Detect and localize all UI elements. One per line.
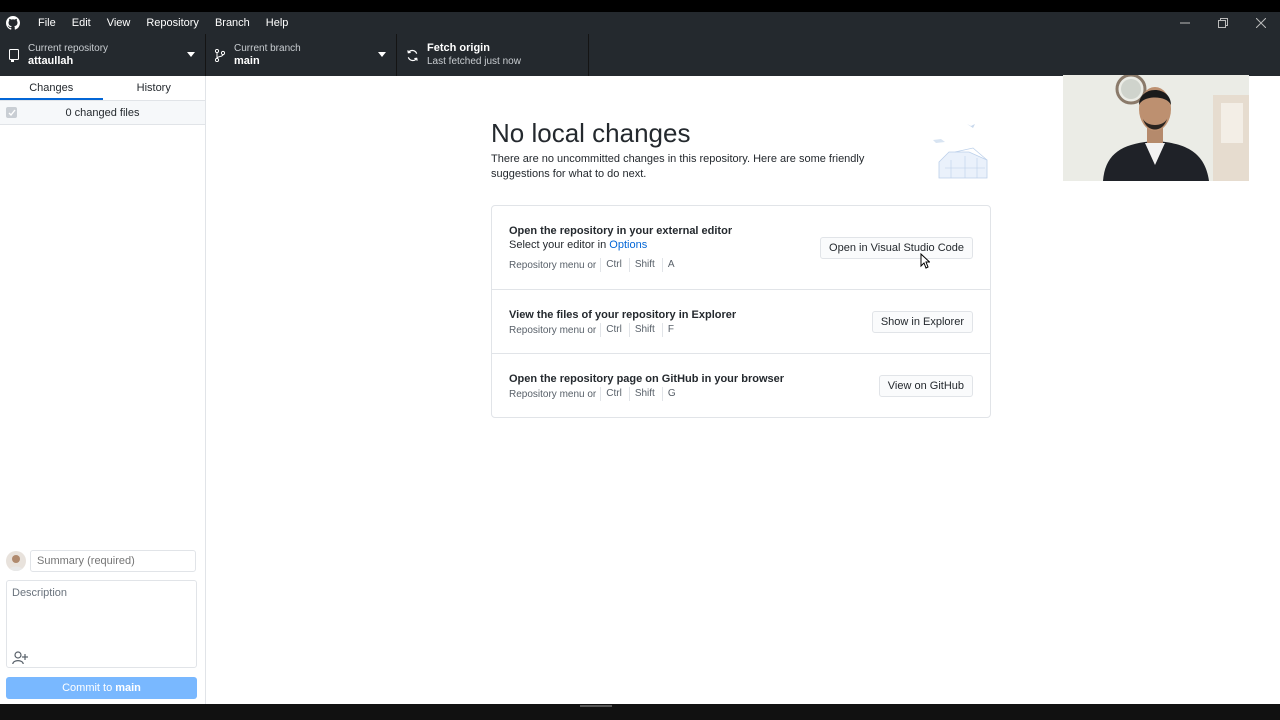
shortcut-key: A: [661, 258, 680, 272]
add-coauthor-icon[interactable]: [12, 651, 28, 665]
restore-icon[interactable]: [1204, 12, 1242, 34]
menu-help[interactable]: Help: [258, 12, 297, 34]
suggestion-view-github: Open the repository page on GitHub in yo…: [492, 354, 990, 417]
description-field[interactable]: Description: [6, 580, 197, 668]
current-branch-label: Current branch: [234, 43, 301, 54]
current-repository-button[interactable]: Current repository attaullah: [0, 34, 206, 76]
suggestion-show-explorer: View the files of your repository in Exp…: [492, 290, 990, 354]
changed-files-header: 0 changed files: [0, 101, 205, 125]
shortcut-key: Shift: [628, 258, 660, 272]
shortcut-key: Shift: [628, 323, 660, 337]
sidebar-tabs: Changes History: [0, 76, 205, 101]
close-icon[interactable]: [1242, 12, 1280, 34]
no-changes-header: No local changes There are no uncommitte…: [491, 116, 991, 182]
menu-bar: File Edit View Repository Branch Help: [30, 12, 296, 34]
keyboard-shortcut: Repository menu or Ctrl Shift A: [509, 258, 680, 272]
shortcut-key: Shift: [628, 387, 660, 401]
avatar: [6, 551, 26, 571]
empty-state-illustration-icon: [931, 120, 991, 180]
current-repository-label: Current repository: [28, 43, 109, 54]
shortcut-prefix: Repository menu or: [509, 259, 597, 271]
suggestions-list: Open the repository in your external edi…: [491, 205, 991, 418]
current-branch-value: main: [234, 55, 260, 67]
shortcut-key: F: [661, 323, 679, 337]
repo-icon: [0, 48, 28, 62]
suggestion-title: Open the repository in your external edi…: [509, 225, 733, 237]
options-link[interactable]: Options: [609, 239, 647, 251]
shortcut-key: Ctrl: [600, 258, 627, 272]
bottom-bar: [0, 704, 1280, 720]
current-branch-button[interactable]: Current branch main: [206, 34, 397, 76]
changed-files-count: 0 changed files: [65, 106, 140, 119]
fetch-origin-button[interactable]: Fetch origin Last fetched just now: [397, 34, 589, 76]
suggestion-open-editor: Open the repository in your external edi…: [492, 206, 990, 290]
commit-button[interactable]: Commit to main: [6, 677, 197, 699]
webcam-overlay: [1063, 75, 1249, 181]
select-all-checkbox[interactable]: [6, 107, 17, 118]
fetch-origin-label: Fetch origin: [427, 42, 490, 54]
commit-form: Description Commit to main: [0, 546, 205, 704]
github-desktop-window: File Edit View Repository Branch Help Cu…: [0, 0, 1280, 720]
commit-button-prefix: Commit to: [62, 682, 113, 694]
menu-file[interactable]: File: [30, 12, 64, 34]
menu-edit[interactable]: Edit: [64, 12, 99, 34]
suggestion-subtitle: Select your editor in Options: [509, 239, 647, 251]
tab-history[interactable]: History: [103, 76, 206, 100]
top-black-bar: [0, 0, 1280, 12]
window-controls: [1166, 12, 1280, 34]
menu-repository[interactable]: Repository: [138, 12, 207, 34]
shortcut-key: Ctrl: [600, 387, 627, 401]
suggestion-subtitle-text: Select your editor in: [509, 239, 607, 251]
shortcut-key: G: [661, 387, 681, 401]
keyboard-shortcut: Repository menu or Ctrl Shift G: [509, 387, 681, 401]
open-in-vscode-button[interactable]: Open in Visual Studio Code: [820, 237, 973, 259]
mouse-cursor-icon: [920, 252, 931, 269]
toolbar: Current repository attaullah Current bra…: [0, 34, 1280, 76]
minimize-icon[interactable]: [1166, 12, 1204, 34]
keyboard-shortcut: Repository menu or Ctrl Shift F: [509, 323, 679, 337]
summary-input[interactable]: [30, 550, 196, 572]
chevron-down-icon: [187, 52, 195, 57]
suggestion-title: View the files of your repository in Exp…: [509, 309, 737, 321]
changes-sidebar: Changes History 0 changed files Descript…: [0, 76, 206, 704]
github-logo-icon: [0, 12, 26, 34]
description-placeholder: Description: [12, 587, 68, 599]
page-subtitle: There are no uncommitted changes in this…: [491, 153, 865, 180]
title-bar: File Edit View Repository Branch Help: [0, 12, 1280, 34]
view-on-github-button[interactable]: View on GitHub: [878, 375, 973, 397]
page-title: No local changes: [491, 118, 691, 148]
branch-icon: [206, 48, 234, 62]
shortcut-prefix: Repository menu or: [509, 324, 597, 336]
chevron-down-icon: [378, 52, 386, 57]
fetch-origin-status: Last fetched just now: [427, 56, 521, 67]
shortcut-key: Ctrl: [600, 323, 627, 337]
tab-changes[interactable]: Changes: [0, 76, 103, 100]
sync-icon: [397, 49, 427, 62]
menu-view[interactable]: View: [99, 12, 139, 34]
current-repository-value: attaullah: [28, 55, 74, 67]
suggestion-title: Open the repository page on GitHub in yo…: [509, 373, 785, 385]
show-in-explorer-button[interactable]: Show in Explorer: [871, 311, 973, 333]
shortcut-prefix: Repository menu or: [509, 388, 597, 400]
commit-button-branch: main: [115, 682, 141, 694]
menu-branch[interactable]: Branch: [207, 12, 258, 34]
